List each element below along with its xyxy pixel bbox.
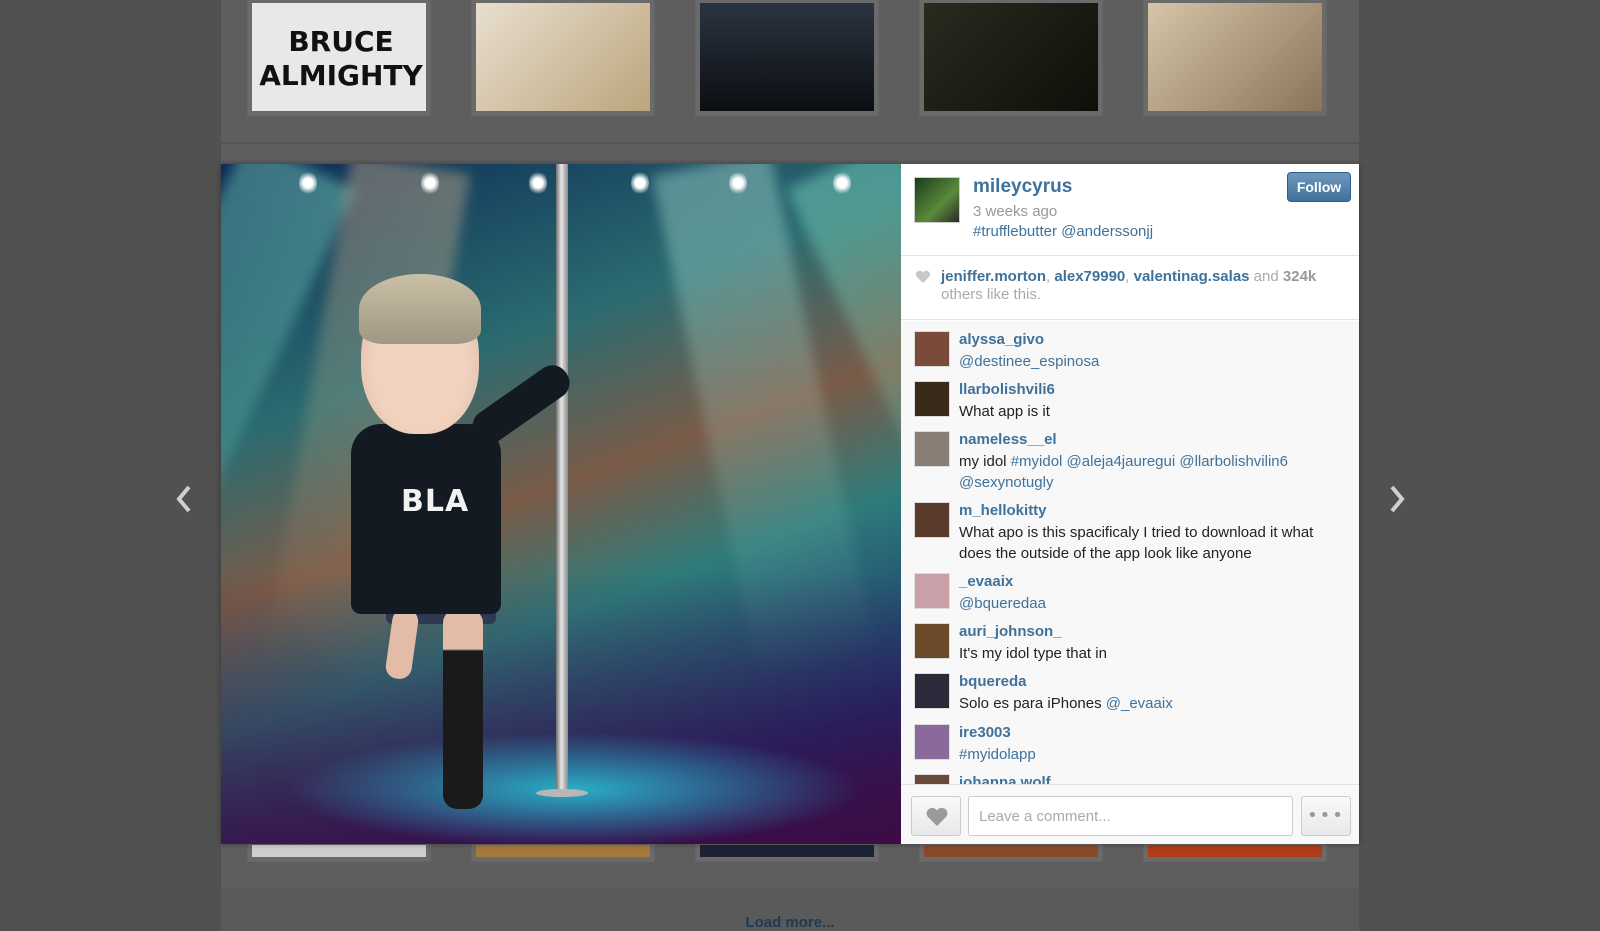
owner-avatar[interactable] (914, 177, 960, 223)
shirt-text: BLA (401, 484, 470, 519)
like-button[interactable] (911, 796, 961, 836)
comment-text: #myidolapp (959, 746, 1036, 763)
feed-thumbnail[interactable] (1143, 0, 1327, 116)
liker-username[interactable]: alex79990 (1054, 268, 1125, 285)
comment-input[interactable] (968, 796, 1293, 836)
commenter-username[interactable]: ire3003 (959, 724, 1011, 741)
commenter-username[interactable]: nameless__el (959, 431, 1057, 448)
likes-and: and (1249, 268, 1283, 285)
stage-light (421, 170, 439, 196)
post-modal: BLA mileycyrus 3 weeks ago #trufflebutte… (221, 164, 1359, 844)
commenter-username[interactable]: johanna.wolf (959, 774, 1051, 784)
comment-text: It's my idol type that in (959, 645, 1107, 662)
comment-text: my idol #myidol @aleja4jauregui @llarbol… (959, 453, 1288, 491)
stage-light (529, 170, 547, 196)
liker-username[interactable]: valentinag.salas (1134, 268, 1250, 285)
commenter-username[interactable]: auri_johnson_ (959, 623, 1062, 640)
heart-icon (926, 807, 948, 826)
commenter-username[interactable]: bquereda (959, 673, 1027, 690)
avatar-hair (359, 274, 481, 344)
more-icon: ••• (1307, 805, 1345, 826)
comment-list[interactable]: alyssa_givo @destinee_espinosa llarbolis… (901, 321, 1359, 784)
comment-text: Solo es para iPhones @_evaaix (959, 695, 1173, 712)
heart-icon (915, 270, 931, 283)
commenter-avatar[interactable] (914, 573, 950, 609)
owner-username[interactable]: mileycyrus (973, 176, 1072, 198)
feed-divider (221, 142, 1359, 144)
feed-thumbnail-row: BRUCE ALMIGHTY (221, 0, 1359, 118)
commenter-avatar[interactable] (914, 724, 950, 760)
previous-post-button[interactable] (169, 483, 199, 519)
commenter-avatar[interactable] (914, 431, 950, 467)
commenter-avatar[interactable] (914, 381, 950, 417)
comment-text: What app is it (959, 403, 1050, 420)
pole-base (536, 789, 588, 797)
follow-button[interactable]: Follow (1287, 172, 1351, 202)
post-header: mileycyrus 3 weeks ago #trufflebutter @a… (901, 164, 1359, 256)
next-post-button[interactable] (1382, 483, 1412, 519)
commenter-avatar[interactable] (914, 774, 950, 784)
feed-thumbnail[interactable] (471, 0, 655, 116)
avatar-torso (351, 424, 501, 614)
stage-light (833, 170, 851, 196)
post-side-panel: mileycyrus 3 weeks ago #trufflebutter @a… (901, 164, 1359, 844)
liker-username[interactable]: jeniffer.morton (941, 268, 1046, 285)
commenter-username[interactable]: _evaaix (959, 573, 1013, 590)
commenter-username[interactable]: m_hellokitty (959, 502, 1047, 519)
likes-summary: jeniffer.morton, alex79990, valentinag.s… (901, 256, 1359, 320)
stage-light (729, 170, 747, 196)
feed-thumbnail[interactable]: BRUCE ALMIGHTY (247, 0, 431, 116)
stage-light (631, 170, 649, 196)
load-more-bar: Load more... (221, 888, 1359, 931)
commenter-avatar[interactable] (914, 623, 950, 659)
likes-separator: , (1125, 268, 1134, 285)
feed-thumbnail[interactable] (695, 0, 879, 116)
dance-pole (556, 164, 568, 794)
commenter-avatar[interactable] (914, 331, 950, 367)
chevron-left-icon (176, 485, 191, 513)
more-options-button[interactable]: ••• (1301, 796, 1351, 836)
load-more-link[interactable]: Load more... (745, 914, 834, 931)
feed-thumbnail[interactable] (919, 0, 1103, 116)
thumbnail-label: BRUCE ALMIGHTY (259, 25, 423, 92)
commenter-username[interactable]: alyssa_givo (959, 331, 1044, 348)
post-media[interactable]: BLA (221, 164, 901, 844)
likes-count[interactable]: 324k (1283, 268, 1316, 285)
likes-suffix: others like this. (941, 286, 1042, 303)
comment-text: @destinee_espinosa (959, 353, 1100, 370)
stage-light (299, 170, 317, 196)
likes-text: jeniffer.morton, alex79990, valentinag.s… (941, 268, 1346, 304)
comment-text: @bqueredaa (959, 595, 1046, 612)
commenter-avatar[interactable] (914, 502, 950, 538)
post-timestamp: 3 weeks ago (973, 203, 1058, 220)
chevron-right-icon (1390, 485, 1405, 513)
post-caption[interactable]: #trufflebutter @anderssonjj (973, 223, 1153, 240)
commenter-avatar[interactable] (914, 673, 950, 709)
avatar-leg-boot (443, 609, 483, 809)
comment-footer: ••• (901, 784, 1359, 844)
comment-text: What apo is this spacificaly I tried to … (959, 524, 1314, 562)
commenter-username[interactable]: llarbolishvili6 (959, 381, 1055, 398)
